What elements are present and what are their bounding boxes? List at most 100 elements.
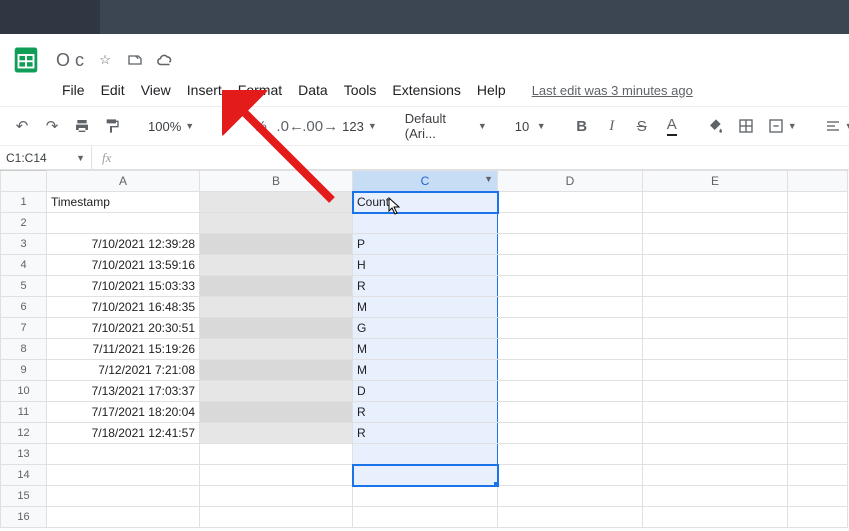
menu-help[interactable]: Help bbox=[471, 80, 512, 100]
filter-icon[interactable]: ▼ bbox=[484, 174, 493, 184]
horizontal-align-icon[interactable]: ▼ bbox=[821, 118, 849, 134]
cell-F7[interactable] bbox=[788, 318, 848, 339]
star-icon[interactable]: ☆ bbox=[96, 51, 114, 69]
spreadsheet-grid[interactable]: A B C▼ D E 1TimestampCount237/10/2021 12… bbox=[0, 170, 849, 528]
cell-C1[interactable]: Count bbox=[353, 192, 498, 213]
cell-F13[interactable] bbox=[788, 444, 848, 465]
cell-D10[interactable] bbox=[498, 381, 643, 402]
cell-A7[interactable]: 7/10/2021 20:30:51 bbox=[47, 318, 200, 339]
print-icon[interactable] bbox=[70, 113, 94, 139]
paint-format-icon[interactable] bbox=[100, 113, 124, 139]
menu-view[interactable]: View bbox=[135, 80, 177, 100]
cell-F9[interactable] bbox=[788, 360, 848, 381]
row-head[interactable]: 3 bbox=[1, 234, 47, 255]
cell-D6[interactable] bbox=[498, 297, 643, 318]
cell-C7[interactable]: G bbox=[353, 318, 498, 339]
cell-E3[interactable] bbox=[643, 234, 788, 255]
row-head[interactable]: 11 bbox=[1, 402, 47, 423]
cell-D15[interactable] bbox=[498, 486, 643, 507]
cell-E6[interactable] bbox=[643, 297, 788, 318]
text-color-icon[interactable]: A bbox=[660, 113, 684, 139]
cell-D16[interactable] bbox=[498, 507, 643, 528]
col-head-C[interactable]: C▼ bbox=[353, 171, 498, 192]
format-percent[interactable]: % bbox=[248, 113, 272, 139]
cell-A2[interactable] bbox=[47, 213, 200, 234]
row-head[interactable]: 13 bbox=[1, 444, 47, 465]
borders-icon[interactable] bbox=[734, 113, 758, 139]
cell-E5[interactable] bbox=[643, 276, 788, 297]
cell-D5[interactable] bbox=[498, 276, 643, 297]
cell-B11[interactable] bbox=[200, 402, 353, 423]
cell-B1[interactable] bbox=[200, 192, 353, 213]
cell-A16[interactable] bbox=[47, 507, 200, 528]
cell-A6[interactable]: 7/10/2021 16:48:35 bbox=[47, 297, 200, 318]
cell-C15[interactable] bbox=[353, 486, 498, 507]
browser-tab[interactable] bbox=[0, 0, 100, 34]
font-select[interactable]: Default (Ari...▼ bbox=[401, 111, 491, 141]
cell-B16[interactable] bbox=[200, 507, 353, 528]
cell-A9[interactable]: 7/12/2021 7:21:08 bbox=[47, 360, 200, 381]
cell-E4[interactable] bbox=[643, 255, 788, 276]
col-head-B[interactable]: B bbox=[200, 171, 353, 192]
cell-C8[interactable]: M bbox=[353, 339, 498, 360]
cell-C10[interactable]: D bbox=[353, 381, 498, 402]
cell-C13[interactable] bbox=[353, 444, 498, 465]
cell-C11[interactable]: R bbox=[353, 402, 498, 423]
cell-C9[interactable]: M bbox=[353, 360, 498, 381]
row-head[interactable]: 10 bbox=[1, 381, 47, 402]
row-head[interactable]: 1 bbox=[1, 192, 47, 213]
menu-format[interactable]: Format bbox=[232, 80, 288, 100]
italic-icon[interactable]: I bbox=[600, 113, 624, 139]
move-icon[interactable] bbox=[126, 51, 144, 69]
menu-data[interactable]: Data bbox=[292, 80, 334, 100]
cell-C2[interactable] bbox=[353, 213, 498, 234]
cell-A3[interactable]: 7/10/2021 12:39:28 bbox=[47, 234, 200, 255]
row-head[interactable]: 8 bbox=[1, 339, 47, 360]
increase-decimal[interactable]: .00→ bbox=[308, 113, 332, 139]
cell-B15[interactable] bbox=[200, 486, 353, 507]
row-head[interactable]: 16 bbox=[1, 507, 47, 528]
cell-B10[interactable] bbox=[200, 381, 353, 402]
cell-B13[interactable] bbox=[200, 444, 353, 465]
cell-E11[interactable] bbox=[643, 402, 788, 423]
cell-F15[interactable] bbox=[788, 486, 848, 507]
doc-title[interactable]: O c bbox=[56, 50, 84, 71]
cloud-status-icon[interactable] bbox=[156, 51, 174, 69]
cell-C12[interactable]: R bbox=[353, 423, 498, 444]
row-head[interactable]: 7 bbox=[1, 318, 47, 339]
menu-edit[interactable]: Edit bbox=[95, 80, 131, 100]
undo-icon[interactable]: ↶ bbox=[10, 113, 34, 139]
cell-F11[interactable] bbox=[788, 402, 848, 423]
cell-E15[interactable] bbox=[643, 486, 788, 507]
row-head[interactable]: 9 bbox=[1, 360, 47, 381]
cell-F8[interactable] bbox=[788, 339, 848, 360]
row-head[interactable]: 6 bbox=[1, 297, 47, 318]
cell-D11[interactable] bbox=[498, 402, 643, 423]
cell-C14[interactable] bbox=[353, 465, 498, 486]
col-head-D[interactable]: D bbox=[498, 171, 643, 192]
redo-icon[interactable]: ↷ bbox=[40, 113, 64, 139]
cell-E10[interactable] bbox=[643, 381, 788, 402]
menu-file[interactable]: File bbox=[56, 80, 91, 100]
font-size-select[interactable]: 10▼ bbox=[511, 119, 550, 134]
cell-D8[interactable] bbox=[498, 339, 643, 360]
cell-A5[interactable]: 7/10/2021 15:03:33 bbox=[47, 276, 200, 297]
last-edit-link[interactable]: Last edit was 3 minutes ago bbox=[532, 83, 693, 98]
cell-F3[interactable] bbox=[788, 234, 848, 255]
decrease-decimal[interactable]: .0← bbox=[278, 113, 302, 139]
name-box[interactable]: C1:C14▼ bbox=[0, 146, 92, 170]
cell-F5[interactable] bbox=[788, 276, 848, 297]
menu-insert[interactable]: Insert bbox=[181, 80, 228, 100]
cell-A13[interactable] bbox=[47, 444, 200, 465]
sheets-logo-icon[interactable] bbox=[8, 42, 44, 78]
cell-B12[interactable] bbox=[200, 423, 353, 444]
cell-C4[interactable]: H bbox=[353, 255, 498, 276]
cell-A4[interactable]: 7/10/2021 13:59:16 bbox=[47, 255, 200, 276]
cell-D7[interactable] bbox=[498, 318, 643, 339]
col-head-E[interactable]: E bbox=[643, 171, 788, 192]
cell-A10[interactable]: 7/13/2021 17:03:37 bbox=[47, 381, 200, 402]
cell-E12[interactable] bbox=[643, 423, 788, 444]
cell-B2[interactable] bbox=[200, 213, 353, 234]
cell-F14[interactable] bbox=[788, 465, 848, 486]
menu-tools[interactable]: Tools bbox=[338, 80, 383, 100]
